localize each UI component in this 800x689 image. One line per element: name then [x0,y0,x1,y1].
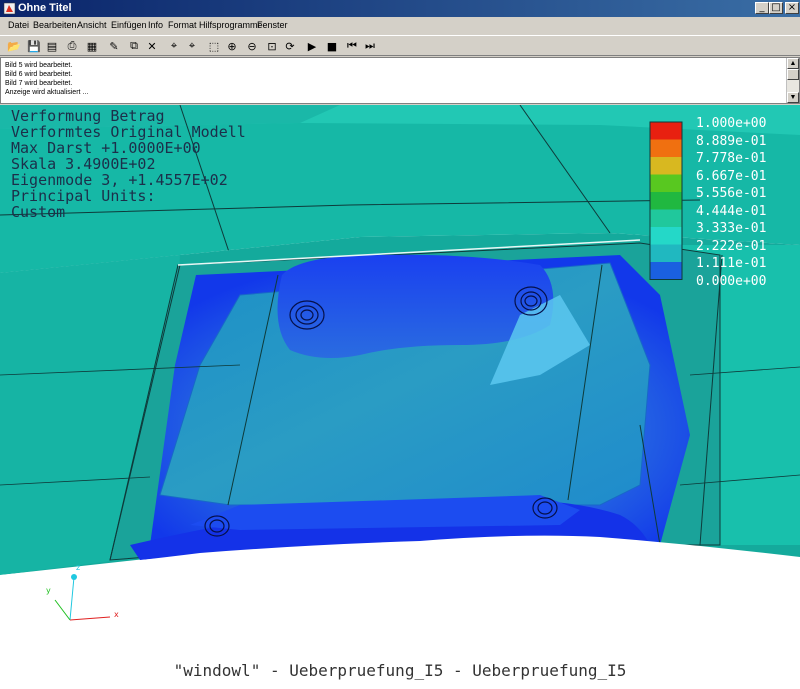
rewind-icon[interactable]: ⏮ [344,38,360,54]
maximize-button[interactable]: □ [769,2,783,14]
legend-label: 0.000e+00 [696,273,767,289]
legend-swatch [650,262,682,280]
zoom-out-icon[interactable]: ⊖ [244,38,260,54]
legend-label: 1.000e+00 [696,116,767,131]
minimize-button[interactable]: _ [755,2,769,14]
legend-label: 1.111e-01 [696,256,767,271]
legend-label: 5.556e-01 [696,186,767,201]
spin-icon[interactable]: ⟳ [282,38,298,54]
zoom-in-icon[interactable]: ⊕ [224,38,240,54]
message-scrollbar[interactable]: ▲ ▼ [786,58,799,103]
scroll-down-button[interactable]: ▼ [787,92,799,103]
legend-swatch [650,192,682,210]
page-setup-icon[interactable]: ▦ [84,38,100,54]
legend-swatch [650,244,682,262]
edit-icon[interactable]: ✎ [106,38,122,54]
view-caption: "windowl" - Ueberpruefung_I5 - Ueberprue… [173,661,627,680]
legend-label: 3.333e-01 [696,221,767,236]
open-folder-icon[interactable]: 📂 [6,38,22,54]
menu-hilfsprogramme[interactable]: Hilfsprogramme [199,20,263,31]
message-line: Bild 6 wird bearbeitet. [5,71,73,78]
legend-label: 2.222e-01 [696,238,767,254]
axis-y-label: y [46,586,51,595]
stop-icon[interactable]: ■ [324,38,340,54]
plot-info-line: Eigenmode 3, +1.4557E+02 [11,171,228,189]
axis-z-label: z [76,563,81,572]
plot-info-line: Custom [11,203,66,221]
zoom-window-icon[interactable]: ⊡ [264,38,280,54]
plot-info-line: Max Darst +1.0000E+00 [11,139,201,157]
toolbar: 📂 💾 ▤ ⎙ ▦ ✎ ⧉ ✕ ⌖ ⌖ ⬚ ⊕ ⊖ ⊡ ⟳ ▶ ■ ⏮ ⏭ [0,35,800,56]
play-icon[interactable]: ▶ [304,38,320,54]
legend-label: 8.889e-01 [696,133,767,149]
legend-label: 6.667e-01 [696,168,767,184]
menu-einfuegen[interactable]: Einfügen [111,20,147,31]
legend-swatch [650,227,682,245]
legend-swatch [650,122,682,140]
plot-info-line: Verformung Betrag [11,107,165,125]
menu-info[interactable]: Info [148,20,163,31]
legend-swatch [650,209,682,227]
legend-label: 4.444e-01 [696,203,767,219]
plot-info-line: Principal Units: [11,187,156,205]
message-line: Anzeige wird aktualisiert ... [5,89,89,96]
legend-swatch [650,157,682,175]
message-line: Bild 5 wird bearbeitet. [5,62,73,69]
save-all-icon[interactable]: ▤ [44,38,60,54]
unpick-icon[interactable]: ⌖ [184,38,200,54]
app-icon [3,2,16,15]
delete-icon[interactable]: ✕ [144,38,160,54]
title-bar: Ohne Titel _ □ × [0,0,800,17]
select-region-icon[interactable]: ⬚ [206,38,222,54]
legend-swatch [650,174,682,192]
step-forward-icon[interactable]: ⏭ [362,38,378,54]
legend-swatch [650,139,682,157]
menu-format[interactable]: Format [168,20,197,31]
menu-bar: Datei Bearbeiten Ansicht Einfügen Info F… [0,17,800,34]
axis-x-label: x [114,610,119,619]
copy-icon[interactable]: ⧉ [126,38,142,54]
menu-bearbeiten[interactable]: Bearbeiten [33,20,77,31]
plot-info-line: Verformtes Original Modell [11,123,246,141]
scroll-thumb[interactable] [787,69,799,80]
print-icon[interactable]: ⎙ [64,38,80,54]
window-title: Ohne Titel [18,2,72,14]
message-line: Bild 7 wird bearbeitet. [5,80,73,87]
save-icon[interactable]: 💾 [26,38,42,54]
menu-fenster[interactable]: Fenster [257,20,288,31]
model-viewport[interactable]: Verformung Betrag Verformtes Original Mo… [0,105,800,689]
menu-ansicht[interactable]: Ansicht [77,20,107,31]
close-button[interactable]: × [785,2,799,14]
legend-color-bar [649,121,683,280]
legend-label: 7.778e-01 [696,151,767,166]
message-panel: Bild 5 wird bearbeitet. Bild 6 wird bear… [0,57,800,104]
scroll-up-button[interactable]: ▲ [787,58,799,69]
menu-datei[interactable]: Datei [8,20,29,31]
plot-info-line: Skala 3.4900E+02 [11,155,156,173]
pick-icon[interactable]: ⌖ [166,38,182,54]
